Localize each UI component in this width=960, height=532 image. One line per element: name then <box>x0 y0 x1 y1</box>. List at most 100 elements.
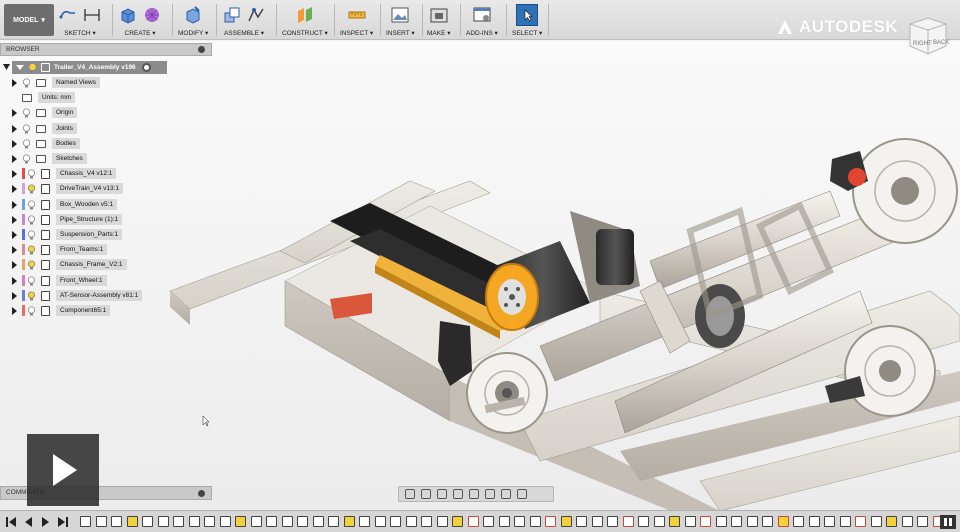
visibility-bulb-icon[interactable] <box>22 123 31 134</box>
workspace-switcher[interactable]: MODEL ▾ <box>4 4 54 36</box>
timeline-feature-icon[interactable] <box>529 516 541 527</box>
visibility-bulb-icon[interactable] <box>27 229 36 240</box>
timeline-feature-icon[interactable] <box>545 516 556 527</box>
visibility-bulb-icon[interactable] <box>27 290 36 301</box>
insert-image-icon[interactable] <box>390 5 410 25</box>
construct-group[interactable]: CONSTRUCT ▾ <box>282 3 328 39</box>
timeline-feature-icon[interactable] <box>715 516 727 527</box>
timeline-feature-icon[interactable] <box>793 516 804 527</box>
timeline-feature-icon[interactable] <box>498 516 510 527</box>
expand-arrow-icon[interactable] <box>12 169 17 178</box>
look-at-icon[interactable] <box>421 489 431 499</box>
timeline-feature-icon[interactable] <box>560 516 572 527</box>
expand-arrow-icon[interactable] <box>12 215 17 224</box>
expand-arrow-icon[interactable] <box>12 306 17 315</box>
timeline-feature-icon[interactable] <box>700 516 711 527</box>
timeline-feature-icon[interactable] <box>266 516 277 527</box>
modify-group[interactable]: MODIFY ▾ <box>178 3 208 39</box>
timeline-feature-icon[interactable] <box>870 516 882 527</box>
display-settings-icon[interactable] <box>485 489 495 499</box>
browser-tree-item[interactable]: Units: mm <box>12 91 76 104</box>
timeline-feature-icon[interactable] <box>669 516 680 527</box>
timeline-feature-icon[interactable] <box>514 516 525 527</box>
timeline-feature-icon[interactable] <box>653 516 665 527</box>
active-component-radio-icon[interactable] <box>141 63 151 72</box>
timeline-feature-icon[interactable] <box>111 516 122 527</box>
3d-viewport[interactable] <box>0 41 960 510</box>
browser-tree-item[interactable]: Pipe_Structure (1):1 <box>12 213 123 226</box>
expand-arrow-icon[interactable] <box>12 200 17 209</box>
browser-header[interactable]: BROWSER <box>0 43 212 56</box>
browser-tree-item[interactable]: Box_Wooden v5:1 <box>12 198 117 211</box>
inspect-group[interactable]: INSPECT ▾ <box>340 3 373 39</box>
orbit-icon[interactable] <box>405 489 415 499</box>
visibility-bulb-icon[interactable] <box>22 107 31 118</box>
timeline-feature-icon[interactable] <box>80 516 91 527</box>
sketch-line-icon[interactable] <box>58 5 78 25</box>
insert-group[interactable]: INSERT ▾ <box>386 3 415 39</box>
expand-arrow-icon[interactable] <box>12 291 17 300</box>
sketch-dimension-icon[interactable] <box>82 5 102 25</box>
browser-tree-item[interactable]: Suspension_Parts:1 <box>12 228 123 241</box>
timeline-feature-icon[interactable] <box>219 516 231 527</box>
visibility-bulb-icon[interactable] <box>27 214 36 225</box>
timeline-feature-icon[interactable] <box>157 516 169 527</box>
grid-settings-icon[interactable] <box>501 489 511 499</box>
timeline-feature-icon[interactable] <box>142 516 153 527</box>
visibility-bulb-icon[interactable] <box>27 168 36 179</box>
expand-arrow-icon[interactable] <box>12 108 17 117</box>
timeline-feature-icon[interactable] <box>591 516 603 527</box>
go-to-start-arrow-icon[interactable] <box>9 517 16 527</box>
timeline-feature-icon[interactable] <box>483 516 494 527</box>
expand-arrow-icon[interactable] <box>12 78 17 87</box>
timeline-feature-icon[interactable] <box>731 516 742 527</box>
timeline-feature-icon[interactable] <box>312 516 324 527</box>
measure-icon[interactable] <box>347 5 367 25</box>
visibility-bulb-icon[interactable] <box>27 275 36 286</box>
step-back-icon[interactable] <box>25 517 32 527</box>
step-forward-icon[interactable] <box>58 517 65 527</box>
timeline-feature-icon[interactable] <box>808 516 820 527</box>
timeline-feature-icon[interactable] <box>746 516 758 527</box>
3d-print-icon[interactable] <box>429 5 449 25</box>
timeline-feature-icon[interactable] <box>390 516 401 527</box>
make-group[interactable]: MAKE ▾ <box>427 3 451 39</box>
extrude-icon[interactable] <box>118 5 138 25</box>
expand-arrow-icon[interactable] <box>12 184 17 193</box>
timeline-feature-icon[interactable] <box>126 516 138 527</box>
form-icon[interactable] <box>142 5 162 25</box>
timeline-feature-icon[interactable] <box>188 516 200 527</box>
expand-arrow-icon[interactable] <box>12 124 17 133</box>
scripts-icon[interactable] <box>472 5 492 25</box>
visibility-bulb-icon[interactable] <box>27 305 36 316</box>
timeline-feature-icon[interactable] <box>917 516 928 527</box>
timeline-feature-icon[interactable] <box>374 516 386 527</box>
viewcube[interactable]: RIGHT BACK <box>904 14 950 58</box>
timeline-feature-icon[interactable] <box>95 516 107 527</box>
visibility-bulb-icon[interactable] <box>28 63 37 73</box>
zoom-icon[interactable] <box>453 489 463 499</box>
browser-tree-item[interactable]: Chassis_Frame_V2:1 <box>12 258 127 271</box>
timeline-feature-icon[interactable] <box>684 516 696 527</box>
timeline-feature-icon[interactable] <box>762 516 773 527</box>
timeline-feature-icon[interactable] <box>328 516 339 527</box>
timeline-feature-icon[interactable] <box>576 516 587 527</box>
timeline-feature-icon[interactable] <box>467 516 479 527</box>
timeline-feature-icon[interactable] <box>436 516 448 527</box>
browser-pin-icon[interactable] <box>198 46 205 53</box>
assemble-group[interactable]: ASSEMBLE ▾ <box>222 3 266 39</box>
timeline-feature-icon[interactable] <box>452 516 463 527</box>
browser-tree-item[interactable]: Named Views <box>12 76 100 89</box>
timeline-feature-icon[interactable] <box>173 516 184 527</box>
timeline-feature-icon[interactable] <box>343 516 355 527</box>
timeline-feature-icon[interactable] <box>281 516 293 527</box>
select-cursor-icon[interactable] <box>516 4 539 26</box>
create-group[interactable]: CREATE ▾ <box>118 3 162 39</box>
go-to-start-icon[interactable] <box>6 517 8 527</box>
expand-arrow-icon[interactable] <box>12 139 17 148</box>
comments-pin-icon[interactable] <box>198 490 205 497</box>
sketch-group[interactable]: SKETCH ▾ <box>58 3 102 39</box>
browser-tree-item[interactable]: Origin <box>12 106 78 119</box>
timeline-feature-icon[interactable] <box>777 516 789 527</box>
play-timeline-icon[interactable] <box>42 517 49 527</box>
